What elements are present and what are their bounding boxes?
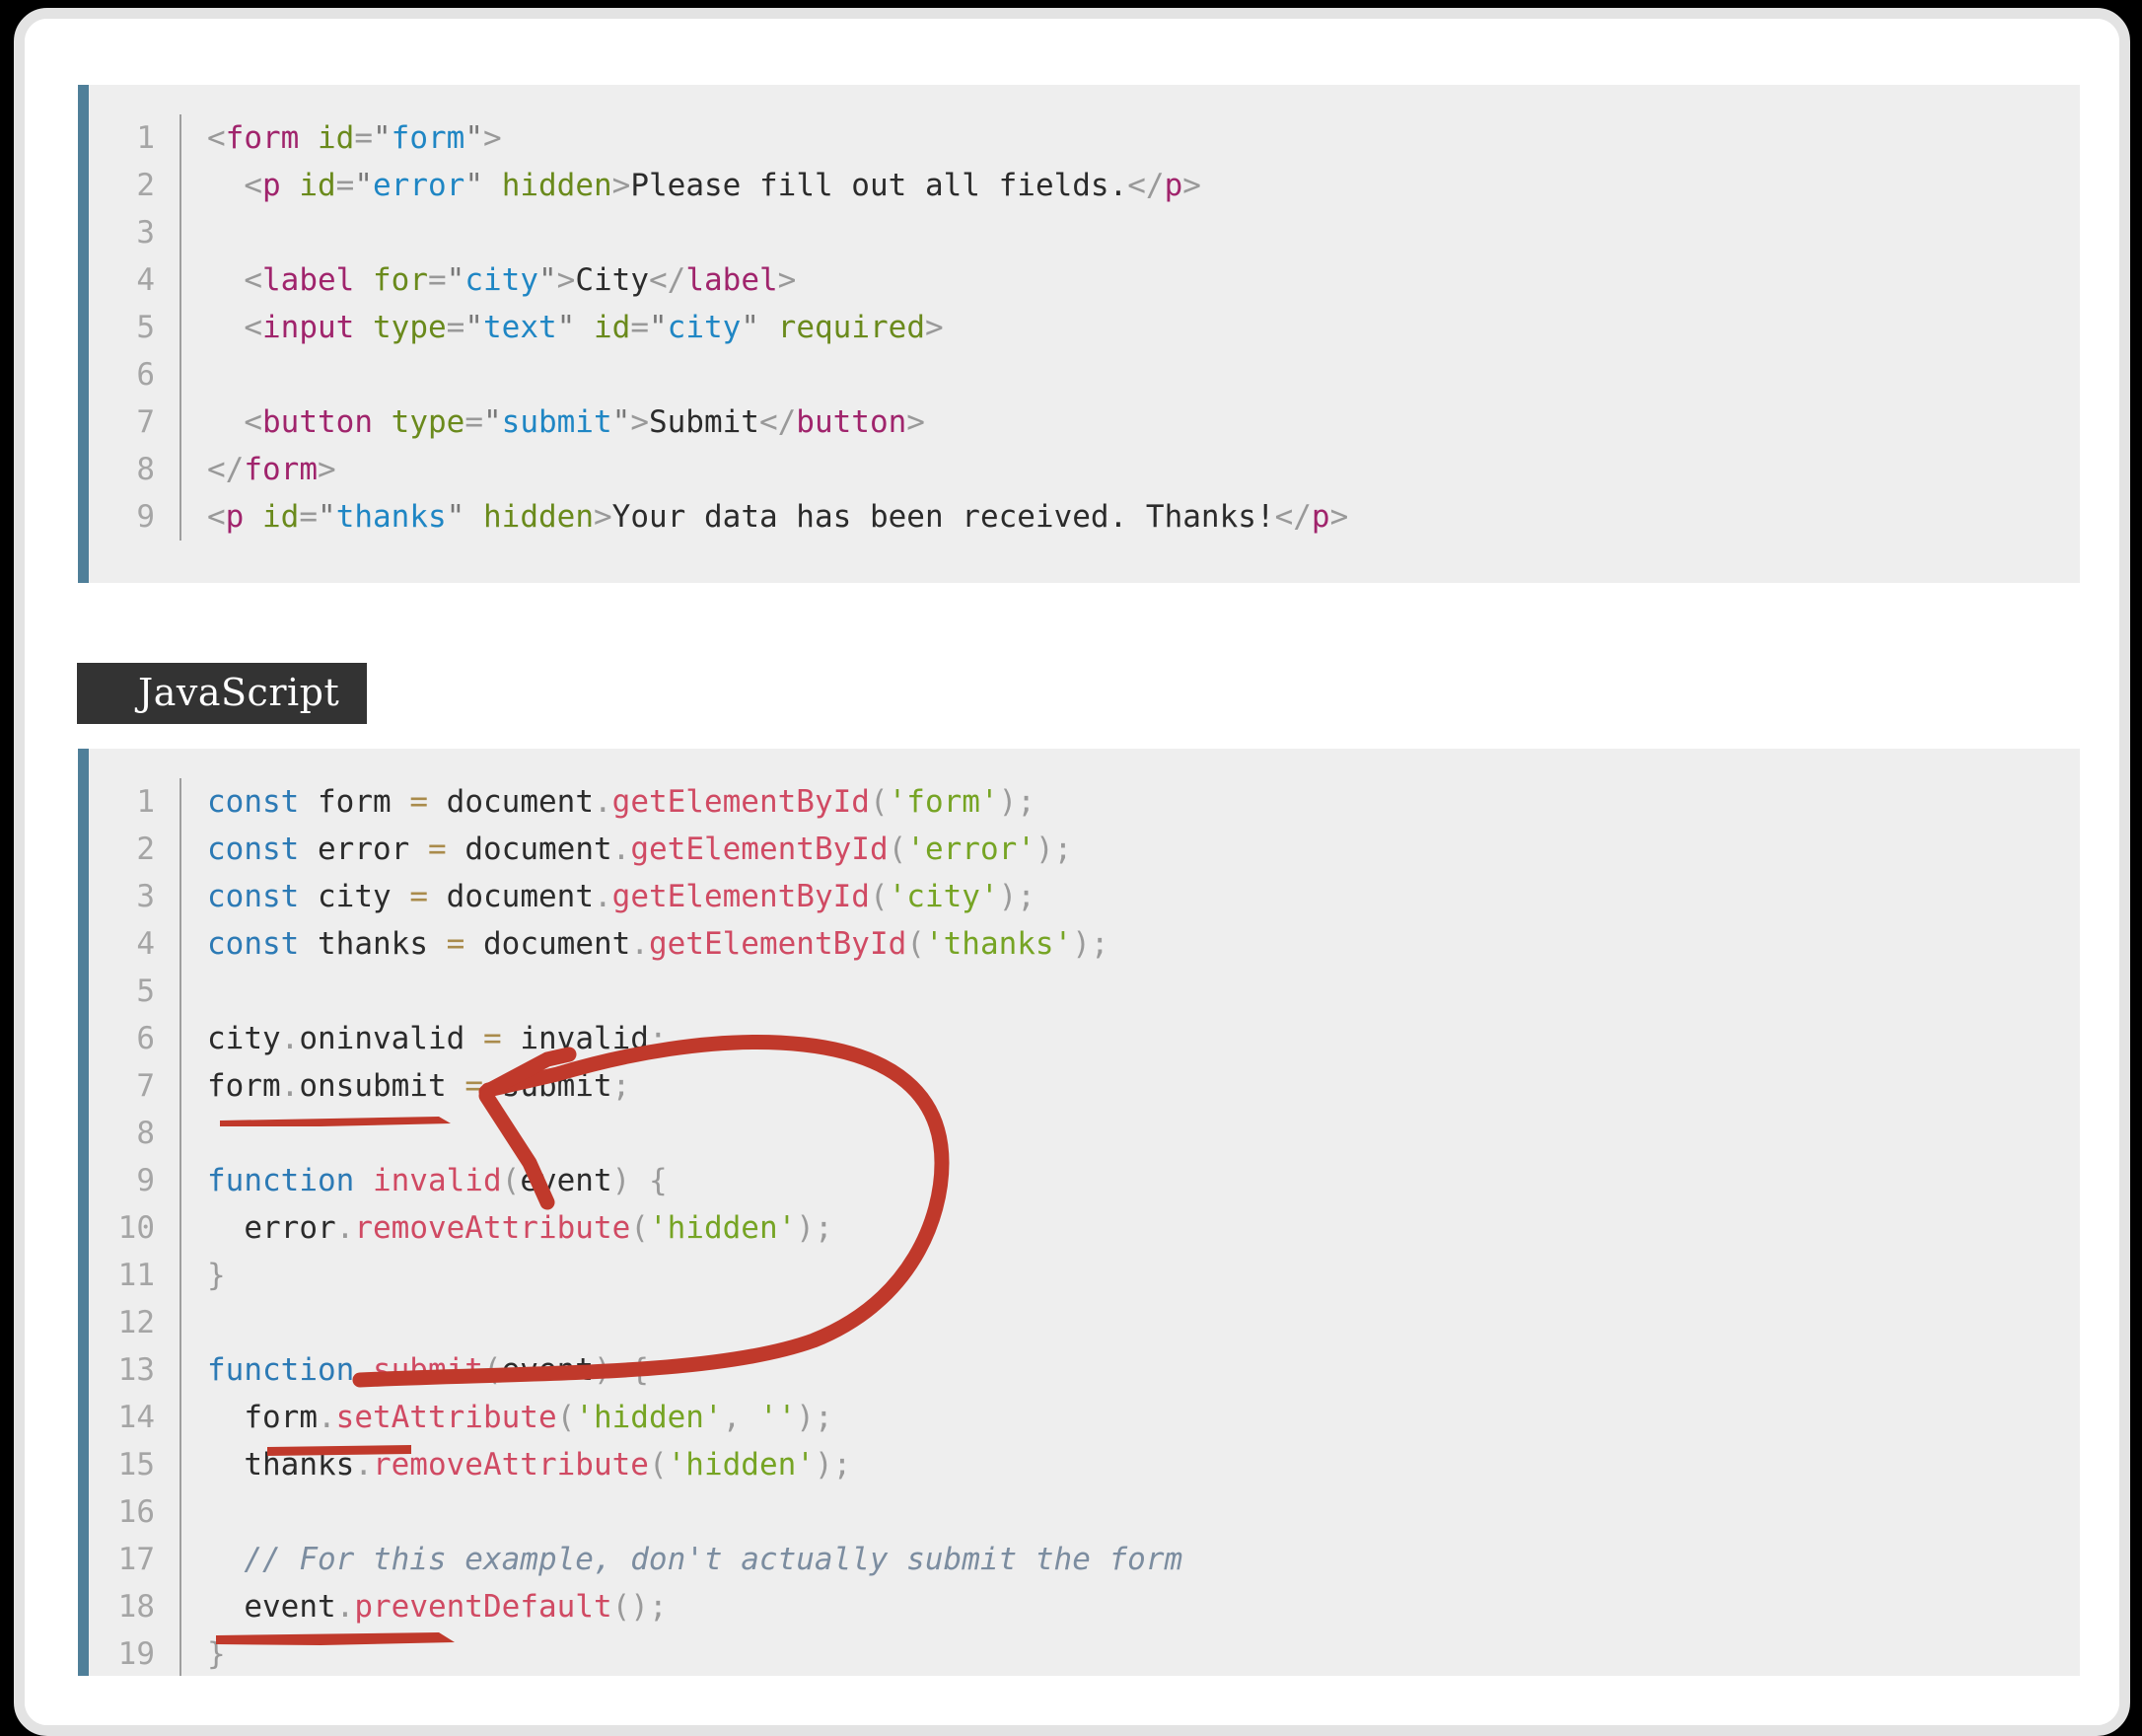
code-line: 19 }	[89, 1630, 2080, 1676]
line-number: 5	[136, 310, 155, 345]
code-line: 3 const city = document.getElementById('…	[89, 873, 2080, 920]
code-line-content	[179, 1488, 2080, 1536]
line-number: 11	[117, 1258, 155, 1293]
code-line: 9 function invalid(event) {	[89, 1157, 2080, 1204]
line-number: 3	[136, 215, 155, 251]
code-line-content: <button type="submit">Submit</button>	[179, 398, 2080, 446]
line-number: 12	[117, 1305, 155, 1340]
line-number: 4	[136, 926, 155, 962]
language-badge-javascript: JavaScript	[77, 663, 368, 724]
code-line: 4 const thanks = document.getElementById…	[89, 920, 2080, 968]
code-line-content: thanks.removeAttribute('hidden');	[179, 1441, 2080, 1488]
code-line-content: form.onsubmit = submit;	[179, 1062, 2080, 1110]
code-line: 16	[89, 1488, 2080, 1536]
line-number: 8	[136, 452, 155, 487]
code-line: 5 <input type="text" id="city" required>	[89, 304, 2080, 351]
code-line-content	[179, 209, 2080, 256]
code-line: 2 <p id="error" hidden>Please fill out a…	[89, 162, 2080, 209]
code-line: 15 thanks.removeAttribute('hidden');	[89, 1441, 2080, 1488]
code-line-content	[179, 1110, 2080, 1157]
code-line: 6 city.oninvalid = invalid;	[89, 1015, 2080, 1062]
document-card: 1 <form id="form"> 2 <p id="error" hidde…	[14, 8, 2130, 1736]
code-line-content: <input type="text" id="city" required>	[179, 304, 2080, 351]
code-line-content: <label for="city">City</label>	[179, 256, 2080, 304]
javascript-code-block[interactable]: 1 const form = document.getElementById('…	[78, 749, 2080, 1676]
line-number: 9	[136, 1163, 155, 1198]
line-number: 9	[136, 499, 155, 535]
code-line: 8 </form>	[89, 446, 2080, 493]
code-line-content: form.setAttribute('hidden', '');	[179, 1394, 2080, 1441]
line-number: 5	[136, 974, 155, 1009]
line-number: 2	[136, 832, 155, 867]
code-line: 8	[89, 1110, 2080, 1157]
line-number: 18	[117, 1589, 155, 1625]
line-number: 15	[117, 1447, 155, 1483]
line-number: 6	[136, 357, 155, 393]
code-line-content: const thanks = document.getElementById('…	[179, 920, 2080, 968]
line-number: 4	[136, 262, 155, 298]
code-line-content: </form>	[179, 446, 2080, 493]
code-line-content: }	[179, 1630, 2080, 1676]
line-number: 7	[136, 1068, 155, 1104]
code-line: 13 function submit(event) {	[89, 1346, 2080, 1394]
code-line-content: const city = document.getElementById('ci…	[179, 873, 2080, 920]
code-line: 1 const form = document.getElementById('…	[89, 778, 2080, 826]
code-line-content	[179, 351, 2080, 398]
line-number: 3	[136, 879, 155, 914]
line-number: 17	[117, 1542, 155, 1577]
code-line: 1 <form id="form">	[89, 114, 2080, 162]
line-number: 8	[136, 1116, 155, 1151]
code-line-content: function submit(event) {	[179, 1346, 2080, 1394]
code-line-content: function invalid(event) {	[179, 1157, 2080, 1204]
line-number: 1	[136, 784, 155, 820]
line-number: 16	[117, 1494, 155, 1530]
code-line-content: city.oninvalid = invalid;	[179, 1015, 2080, 1062]
code-line: 18 event.preventDefault();	[89, 1583, 2080, 1630]
javascript-code-rows: 1 const form = document.getElementById('…	[89, 749, 2080, 1676]
code-line-content: // For this example, don't actually subm…	[179, 1536, 2080, 1583]
code-line: 11 }	[89, 1252, 2080, 1299]
code-line: 7 form.onsubmit = submit;	[89, 1062, 2080, 1110]
code-line: 3	[89, 209, 2080, 256]
line-number: 13	[117, 1352, 155, 1388]
code-line: 6	[89, 351, 2080, 398]
code-line: 4 <label for="city">City</label>	[89, 256, 2080, 304]
line-number: 10	[117, 1210, 155, 1246]
code-line-content: error.removeAttribute('hidden');	[179, 1204, 2080, 1252]
code-line-content: const error = document.getElementById('e…	[179, 826, 2080, 873]
code-line: 10 error.removeAttribute('hidden');	[89, 1204, 2080, 1252]
code-line-content	[179, 1299, 2080, 1346]
code-line-content: <p id="error" hidden>Please fill out all…	[179, 162, 2080, 209]
line-number: 19	[117, 1636, 155, 1672]
code-line: 2 const error = document.getElementById(…	[89, 826, 2080, 873]
code-line: 9 <p id="thanks" hidden>Your data has be…	[89, 493, 2080, 541]
code-line-content: <form id="form">	[179, 114, 2080, 162]
html-code-rows: 1 <form id="form"> 2 <p id="error" hidde…	[89, 85, 2080, 564]
code-line-content: }	[179, 1252, 2080, 1299]
code-line-content: event.preventDefault();	[179, 1583, 2080, 1630]
code-line: 7 <button type="submit">Submit</button>	[89, 398, 2080, 446]
line-number: 1	[136, 120, 155, 156]
line-number: 14	[117, 1400, 155, 1435]
line-number: 6	[136, 1021, 155, 1056]
document-body: 1 <form id="form"> 2 <p id="error" hidde…	[25, 19, 2119, 1725]
code-line-content: const form = document.getElementById('fo…	[179, 778, 2080, 826]
code-line-content	[179, 968, 2080, 1015]
code-line: 5	[89, 968, 2080, 1015]
code-line: 12	[89, 1299, 2080, 1346]
line-number: 7	[136, 404, 155, 440]
code-line: 14 form.setAttribute('hidden', '');	[89, 1394, 2080, 1441]
code-line: 17 // For this example, don't actually s…	[89, 1536, 2080, 1583]
html-code-block[interactable]: 1 <form id="form"> 2 <p id="error" hidde…	[78, 85, 2080, 583]
line-number: 2	[136, 168, 155, 203]
code-line-content: <p id="thanks" hidden>Your data has been…	[179, 493, 2080, 541]
